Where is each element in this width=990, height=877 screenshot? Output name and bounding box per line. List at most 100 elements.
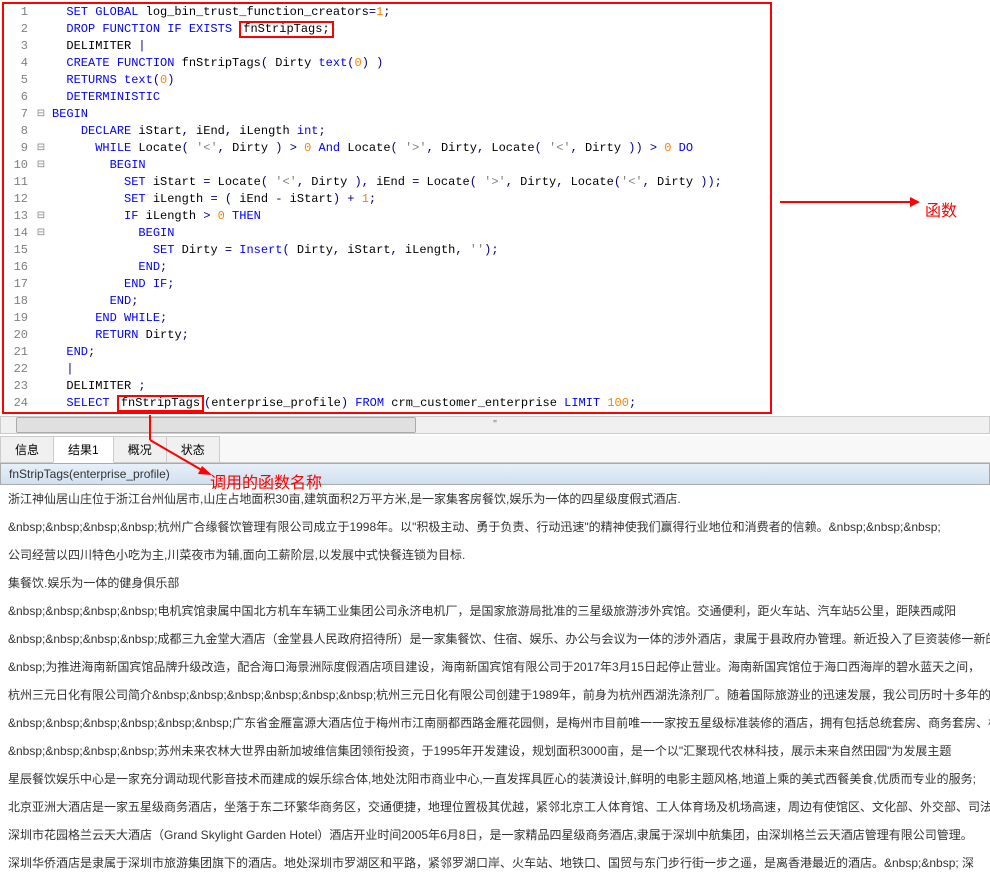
result-row[interactable]: 浙江神仙居山庄位于浙江台州仙居市,山庄占地面积30亩,建筑面积2万平方米,是一家… <box>0 485 990 513</box>
code-line[interactable]: 8 DECLARE iStart, iEnd, iLength int; <box>4 123 770 140</box>
result-row[interactable]: 杭州三元日化有限公司简介&nbsp;&nbsp;&nbsp;&nbsp;&nbs… <box>0 681 990 709</box>
code-token: 100 <box>607 396 629 410</box>
code-content[interactable]: SET iLength = ( iEnd - iStart) + 1; <box>48 191 770 208</box>
code-line[interactable]: 9⊟ WHILE Locate( '<', Dirty ) > 0 And Lo… <box>4 140 770 157</box>
code-token: IF <box>124 209 138 223</box>
code-line[interactable]: 2 DROP FUNCTION IF EXISTS fnStripTags; <box>4 21 770 38</box>
code-content[interactable]: DELIMITER | <box>48 38 770 55</box>
code-line[interactable]: 12 SET iLength = ( iEnd - iStart) + 1; <box>4 191 770 208</box>
result-row[interactable]: 北京亚洲大酒店是一家五星级商务酒店，坐落于东二环繁华商务区，交通便捷，地理位置极… <box>0 793 990 821</box>
code-content[interactable]: BEGIN <box>48 225 770 242</box>
code-line[interactable]: 15 SET Dirty = Insert( Dirty, iStart, iL… <box>4 242 770 259</box>
code-content[interactable]: BEGIN <box>48 157 770 174</box>
code-token: ; <box>88 345 95 359</box>
code-line[interactable]: 4 CREATE FUNCTION fnStripTags( Dirty tex… <box>4 55 770 72</box>
fold-toggle <box>34 191 48 208</box>
code-token: ( <box>182 141 196 155</box>
fold-toggle[interactable]: ⊟ <box>34 140 48 157</box>
code-line[interactable]: 16 END; <box>4 259 770 276</box>
code-content[interactable]: | <box>48 361 770 378</box>
code-content[interactable]: DELIMITER ; <box>48 378 770 395</box>
result-row[interactable]: &nbsp;&nbsp;&nbsp;&nbsp;苏州未来农林大世界由新加坡维信集… <box>0 737 990 765</box>
result-row[interactable]: 集餐饮.娱乐为一体的健身俱乐部 <box>0 569 990 597</box>
code-content[interactable]: END WHILE; <box>48 310 770 327</box>
result-column-header[interactable]: fnStripTags(enterprise_profile) <box>0 463 990 485</box>
result-row[interactable]: 深圳华侨酒店是隶属于深圳市旅游集团旗下的酒店。地处深圳市罗湖区和平路，紧邻罗湖口… <box>0 849 990 877</box>
code-content[interactable]: RETURN Dirty; <box>48 327 770 344</box>
tab-2[interactable]: 概况 <box>113 436 167 462</box>
code-line[interactable]: 6 DETERMINISTIC <box>4 89 770 106</box>
code-line[interactable]: 3 DELIMITER | <box>4 38 770 55</box>
code-token: END <box>138 260 160 274</box>
code-content[interactable]: BEGIN <box>48 106 770 123</box>
result-row[interactable]: &nbsp;&nbsp;&nbsp;&nbsp;成都三九金堂大酒店（金堂县人民政… <box>0 625 990 653</box>
line-number: 18 <box>4 293 34 310</box>
code-line[interactable]: 17 END IF; <box>4 276 770 293</box>
code-line[interactable]: 7⊟BEGIN <box>4 106 770 123</box>
fold-toggle <box>34 310 48 327</box>
code-line[interactable]: 21 END; <box>4 344 770 361</box>
result-row[interactable]: &nbsp;&nbsp;&nbsp;&nbsp;杭州广合缘餐饮管理有限公司成立于… <box>0 513 990 541</box>
code-content[interactable]: SELECT fnStripTags(enterprise_profile) F… <box>48 395 770 412</box>
code-token: And <box>319 141 341 155</box>
result-row[interactable]: 星辰餐饮娱乐中心是一家充分调动现代影音技术而建成的娱乐综合体,地处沈阳市商业中心… <box>0 765 990 793</box>
code-token: Locate <box>419 175 469 189</box>
tab-3[interactable]: 状态 <box>166 436 220 462</box>
code-content[interactable]: SET GLOBAL log_bin_trust_function_creato… <box>48 4 770 21</box>
code-line[interactable]: 20 RETURN Dirty; <box>4 327 770 344</box>
code-token: Insert <box>239 243 282 257</box>
code-content[interactable]: END; <box>48 259 770 276</box>
code-token <box>52 124 81 138</box>
code-content[interactable]: END IF; <box>48 276 770 293</box>
fold-toggle <box>34 259 48 276</box>
fold-toggle[interactable]: ⊟ <box>34 106 48 123</box>
code-line[interactable]: 22 | <box>4 361 770 378</box>
fold-toggle[interactable]: ⊟ <box>34 225 48 242</box>
tab-1[interactable]: 结果1 <box>53 436 114 463</box>
result-row[interactable]: &nbsp;&nbsp;&nbsp;&nbsp;电机宾馆隶属中国北方机车车辆工业… <box>0 597 990 625</box>
line-number: 7 <box>4 106 34 123</box>
code-line[interactable]: 23 DELIMITER ; <box>4 378 770 395</box>
code-editor[interactable]: 1 SET GLOBAL log_bin_trust_function_crea… <box>2 2 772 414</box>
code-content[interactable]: WHILE Locate( '<', Dirty ) > 0 And Locat… <box>48 140 770 157</box>
tab-0[interactable]: 信息 <box>0 436 54 462</box>
code-token: log_bin_trust_function_creators <box>138 5 368 19</box>
code-line[interactable]: 24 SELECT fnStripTags(enterprise_profile… <box>4 395 770 412</box>
code-token <box>52 328 95 342</box>
code-token: iStart <box>282 192 332 206</box>
result-row[interactable]: 公司经营以四川特色小吃为主,川菜夜市为辅,面向工薪阶层,以发展中式快餐连锁为目标… <box>0 541 990 569</box>
code-token: iStart <box>340 243 390 257</box>
code-content[interactable]: DETERMINISTIC <box>48 89 770 106</box>
fold-toggle[interactable]: ⊟ <box>34 208 48 225</box>
code-content[interactable]: SET Dirty = Insert( Dirty, iStart, iLeng… <box>48 242 770 259</box>
code-token: ; <box>383 5 390 19</box>
code-line[interactable]: 18 END; <box>4 293 770 310</box>
code-content[interactable]: SET iStart = Locate( '<', Dirty ), iEnd … <box>48 174 770 191</box>
code-content[interactable]: END; <box>48 293 770 310</box>
editor-scrollbar-horizontal[interactable]: '' <box>0 416 990 434</box>
result-row[interactable]: 深圳市花园格兰云天大酒店（Grand Skylight Garden Hotel… <box>0 821 990 849</box>
code-content[interactable]: IF iLength > 0 THEN <box>48 208 770 225</box>
scrollbar-thumb[interactable] <box>16 417 416 433</box>
code-line[interactable]: 11 SET iStart = Locate( '<', Dirty ), iE… <box>4 174 770 191</box>
code-line[interactable]: 1 SET GLOBAL log_bin_trust_function_crea… <box>4 4 770 21</box>
line-number: 21 <box>4 344 34 361</box>
line-number: 3 <box>4 38 34 55</box>
code-content[interactable]: CREATE FUNCTION fnStripTags( Dirty text(… <box>48 55 770 72</box>
code-content[interactable]: DECLARE iStart, iEnd, iLength int; <box>48 123 770 140</box>
code-content[interactable]: DROP FUNCTION IF EXISTS fnStripTags; <box>48 21 770 38</box>
code-line[interactable]: 10⊟ BEGIN <box>4 157 770 174</box>
code-token <box>52 141 95 155</box>
fold-toggle[interactable]: ⊟ <box>34 157 48 174</box>
result-row[interactable]: &nbsp;&nbsp;&nbsp;&nbsp;&nbsp;&nbsp;广东省金… <box>0 709 990 737</box>
code-line[interactable]: 14⊟ BEGIN <box>4 225 770 242</box>
code-token: , <box>643 175 650 189</box>
result-row[interactable]: &nbsp;为推进海南新国宾馆品牌升级改造，配合海口海景洲际度假酒店项目建设，海… <box>0 653 990 681</box>
code-line[interactable]: 19 END WHILE; <box>4 310 770 327</box>
code-token <box>52 158 110 172</box>
code-line[interactable]: 13⊟ IF iLength > 0 THEN <box>4 208 770 225</box>
code-content[interactable]: RETURNS text(0) <box>48 72 770 89</box>
code-token <box>52 90 66 104</box>
code-line[interactable]: 5 RETURNS text(0) <box>4 72 770 89</box>
code-content[interactable]: END; <box>48 344 770 361</box>
